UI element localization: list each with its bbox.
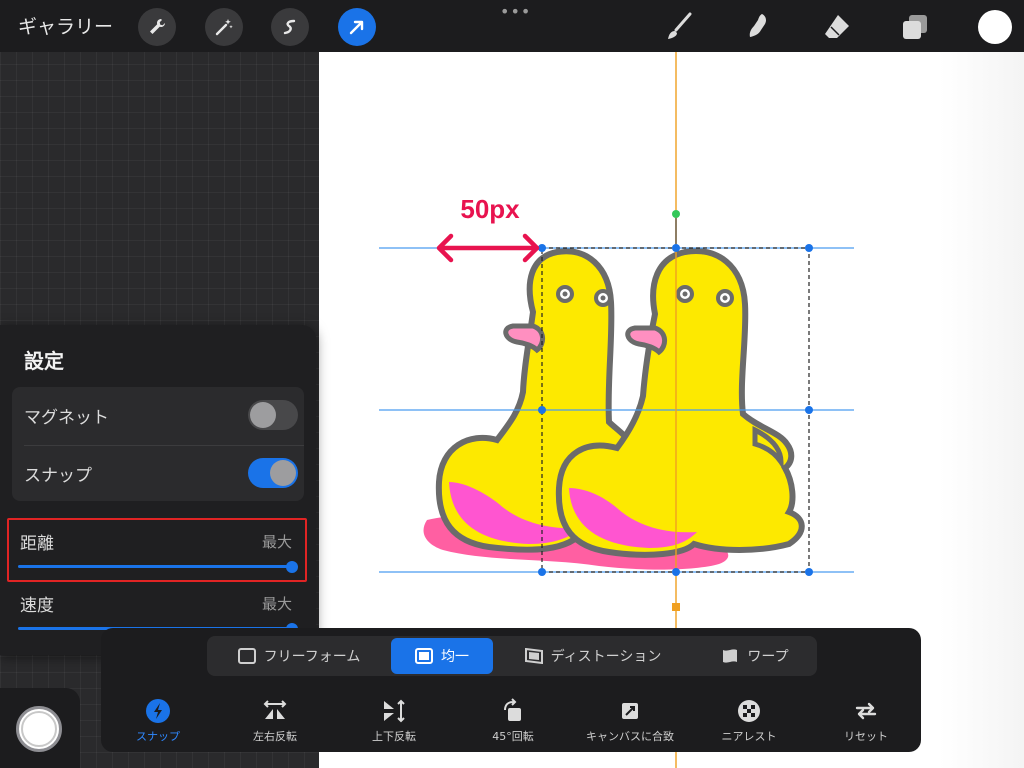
toggle-group: マグネット スナップ: [12, 387, 304, 501]
mode-warp[interactable]: ワープ: [697, 638, 813, 674]
snap-tool-label: スナップ: [136, 730, 180, 743]
rotate-45-button[interactable]: 45°回転: [458, 692, 568, 748]
warp-icon: [723, 649, 738, 663]
layers-icon[interactable]: [898, 10, 932, 44]
mode-uniform[interactable]: 均一: [391, 638, 493, 674]
mode-freeform-label: フリーフォーム: [263, 649, 361, 665]
more-menu[interactable]: •••: [500, 2, 531, 21]
flip-vertical-label: 上下反転: [372, 730, 416, 743]
handle-bottom-right[interactable]: [805, 568, 813, 576]
fit-canvas-icon: [622, 703, 638, 719]
snap-icon: [146, 699, 170, 723]
distort-icon: [524, 648, 543, 664]
snap-tool-button[interactable]: スナップ: [103, 692, 213, 748]
reset-button[interactable]: リセット: [811, 692, 921, 748]
eraser-icon[interactable]: [820, 10, 854, 44]
uniform-icon: [415, 648, 433, 664]
flip-horizontal-label: 左右反転: [253, 730, 297, 743]
color-icon[interactable]: [978, 10, 1012, 44]
modifier-button[interactable]: [0, 688, 80, 768]
modifier-circle-icon: [16, 706, 62, 752]
reset-label: リセット: [844, 730, 888, 743]
handle-middle-left[interactable]: [538, 406, 546, 414]
speed-label: 速度: [20, 596, 54, 616]
smudge-icon[interactable]: [742, 10, 776, 44]
double-arrow-icon: [436, 233, 540, 263]
handle-bottom-left[interactable]: [538, 568, 546, 576]
snap-settings-panel: 設定 マグネット スナップ 距離 最大 速度 最大: [0, 325, 316, 655]
checker-icon: [738, 700, 760, 722]
snap-label: スナップ: [24, 466, 92, 486]
magic-wand-icon: [215, 19, 233, 36]
rotate-45-label: 45°回転: [492, 730, 534, 743]
nearest-interpolation-button[interactable]: ニアレスト: [694, 692, 804, 748]
snap-toggle[interactable]: [248, 458, 298, 488]
snap-row[interactable]: スナップ: [12, 445, 304, 501]
modifier-circle-inner: [21, 711, 57, 747]
selection-icon: [283, 19, 296, 35]
transform-button[interactable]: [338, 8, 376, 46]
adjustments-button[interactable]: [205, 8, 243, 46]
flip-horizontal-button[interactable]: 左右反転: [220, 692, 330, 748]
brush-icon[interactable]: [662, 10, 696, 44]
mode-distort[interactable]: ディストーション: [503, 638, 683, 674]
distance-highlight-box: [7, 518, 307, 582]
handle-bottom-center[interactable]: [672, 568, 680, 576]
mode-freeform[interactable]: フリーフォーム: [211, 638, 387, 674]
fit-to-canvas-button[interactable]: キャンバスに合致: [575, 692, 685, 748]
freeform-icon: [237, 648, 256, 664]
handle-top-right[interactable]: [805, 244, 813, 252]
mode-warp-label: ワープ: [747, 649, 789, 665]
top-toolbar: ギャラリー •••: [0, 0, 1024, 52]
rotation-handle[interactable]: [672, 210, 680, 218]
gallery-button[interactable]: ギャラリー: [18, 12, 113, 39]
selection-button[interactable]: [271, 8, 309, 46]
distance-annotation: 50px: [460, 194, 520, 224]
toggle-knob: [270, 460, 296, 486]
nearest-interpolation-label: ニアレスト: [721, 730, 777, 743]
toggle-knob: [250, 402, 276, 428]
handle-top-center[interactable]: [672, 244, 680, 252]
actions-button[interactable]: [138, 8, 176, 46]
flip-vertical-button[interactable]: 上下反転: [339, 692, 449, 748]
panel-title: 設定: [24, 349, 64, 373]
magnet-label: マグネット: [24, 408, 109, 428]
speed-value: 最大: [261, 595, 292, 613]
magnet-toggle[interactable]: [248, 400, 298, 430]
transform-toolbar: フリーフォーム 均一 ディストーション ワープ スナップ 左右反転 上下反転 4…: [101, 628, 921, 752]
magnet-row[interactable]: マグネット: [12, 387, 304, 443]
flip-vertical-icon: [384, 699, 405, 723]
anchor-handle[interactable]: [672, 603, 680, 611]
transform-mode-bar: フリーフォーム 均一 ディストーション ワープ: [207, 636, 817, 676]
flip-horizontal-icon: [263, 700, 287, 719]
mode-distort-label: ディストーション: [550, 649, 662, 665]
wrench-icon: [150, 18, 166, 34]
mode-uniform-label: 均一: [441, 649, 469, 665]
rotate-icon: [504, 698, 521, 721]
handle-middle-right[interactable]: [805, 406, 813, 414]
transform-arrow-icon: [349, 20, 364, 35]
fit-to-canvas-label: キャンバスに合致: [586, 730, 674, 743]
reset-icon: [855, 702, 877, 720]
